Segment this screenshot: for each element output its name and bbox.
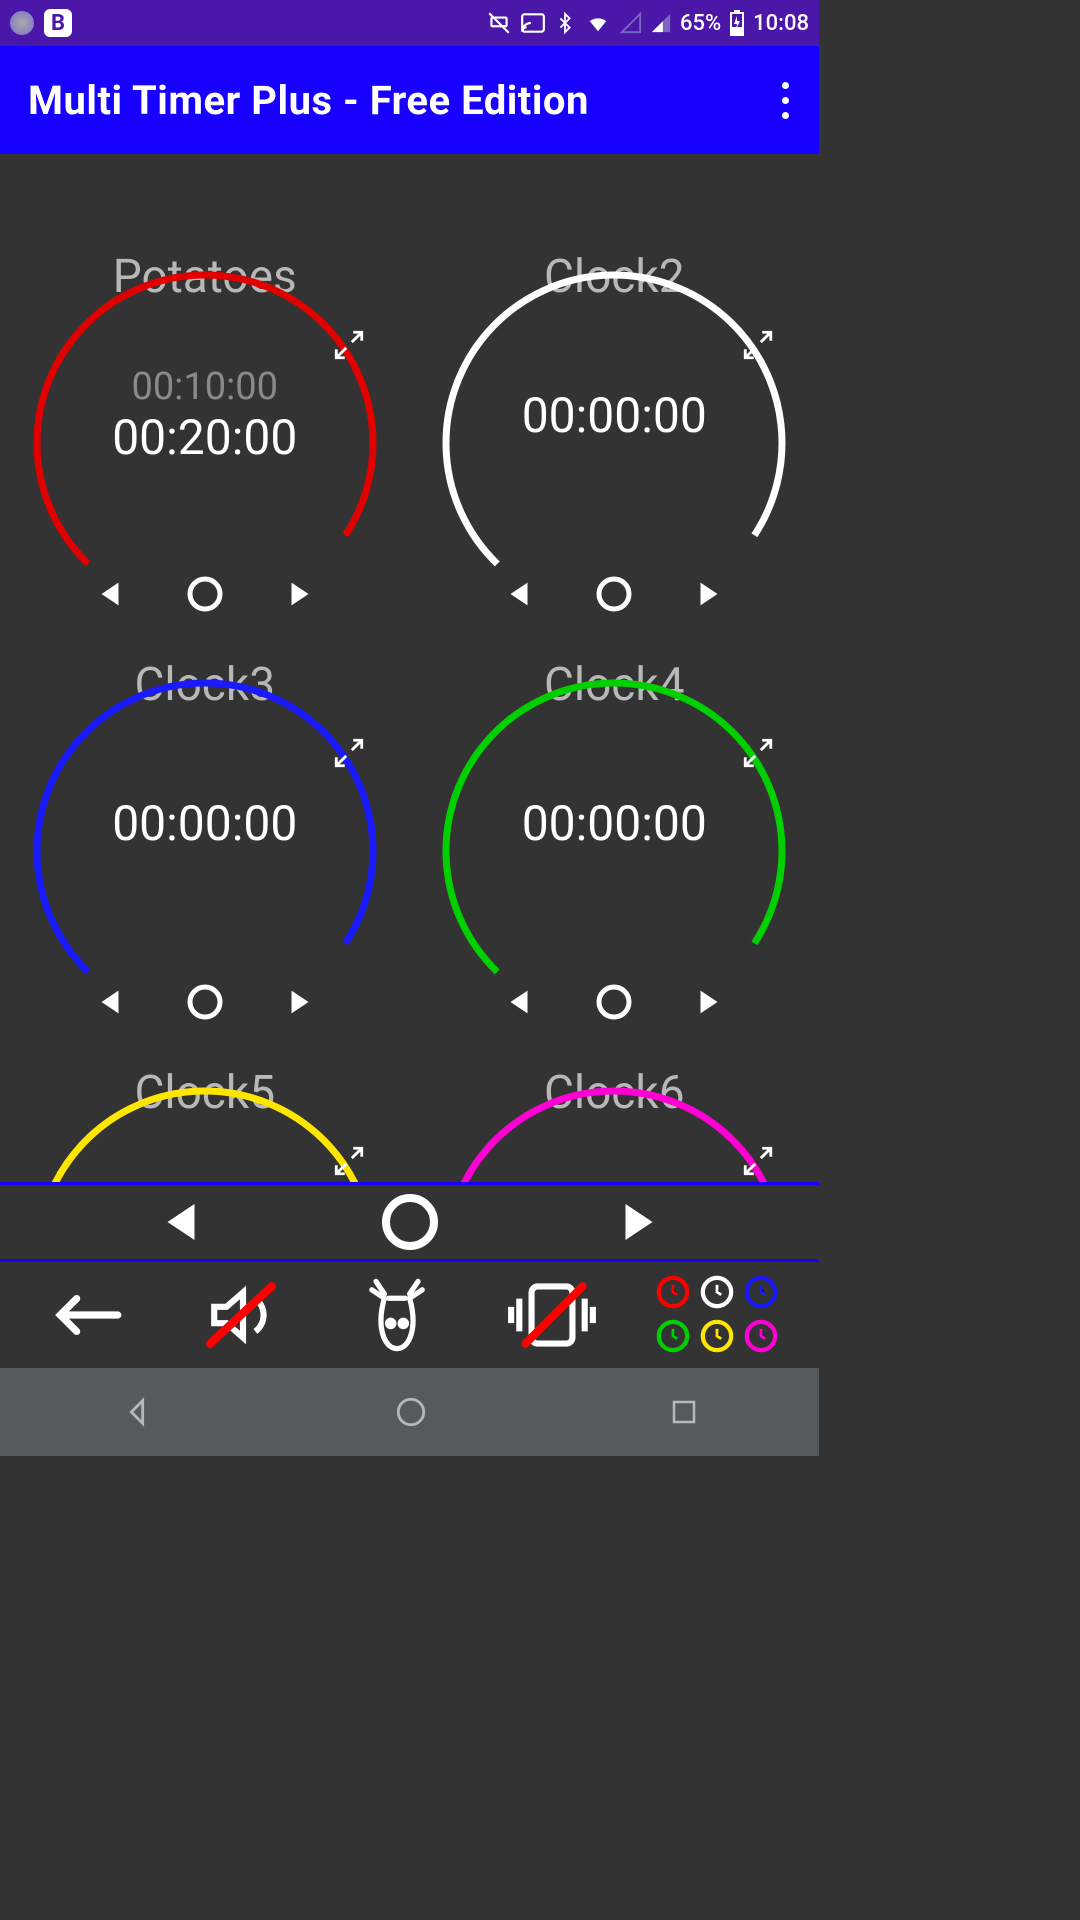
mini-clock-icon: [700, 1275, 734, 1309]
time-elapsed: 00:10:00: [112, 365, 297, 409]
expand-button[interactable]: [735, 1138, 781, 1182]
timers-grid: Potatoes 00:10:00 00:20:00: [0, 154, 819, 1182]
global-control-bar: [0, 1182, 819, 1262]
back-arrow-button[interactable]: [39, 1275, 139, 1355]
cell-signal-icon: [650, 12, 672, 34]
time-remaining: 00:20:00: [112, 409, 297, 466]
overflow-menu-button[interactable]: [774, 74, 797, 127]
mute-toggle-button[interactable]: [193, 1275, 293, 1355]
timer-ring: [439, 1124, 789, 1182]
expand-button[interactable]: [326, 322, 372, 368]
clock-palette-button[interactable]: [656, 1275, 780, 1355]
app-title: Multi Timer Plus - Free Edition: [28, 77, 589, 124]
cast-icon: [520, 10, 546, 36]
battery-charging-icon: [729, 10, 745, 36]
battery-percentage: 65%: [680, 11, 721, 36]
bluetooth-icon: [554, 10, 576, 36]
status-left: B: [10, 9, 72, 37]
expand-button[interactable]: [326, 730, 372, 776]
dots-vertical-icon: [782, 82, 789, 89]
time-remaining: 00:00:00: [112, 795, 297, 852]
timer-clock4[interactable]: Clock4 00:00:00: [410, 658, 820, 1066]
timer-times: 00:10:00 00:20:00: [112, 365, 297, 466]
status-time: 10:08: [753, 11, 809, 36]
timer-clock6[interactable]: Clock6: [410, 1066, 820, 1182]
screen: B 65% 10:08: [0, 0, 819, 1456]
timer-ring: 00:00:00: [439, 716, 789, 986]
global-reset-button[interactable]: [378, 1190, 442, 1254]
time-remaining: 00:00:00: [522, 795, 707, 852]
timers-area[interactable]: Potatoes 00:10:00 00:20:00: [0, 154, 819, 1182]
expand-button[interactable]: [326, 1138, 372, 1182]
timer-times: 00:00:00: [522, 387, 707, 444]
timer-ring: [30, 1124, 380, 1182]
mini-clock-icon: [656, 1319, 690, 1353]
timer-potatoes[interactable]: Potatoes 00:10:00 00:20:00: [0, 250, 410, 658]
nav-recents-button[interactable]: [669, 1397, 699, 1427]
mini-clock-icon: [744, 1319, 778, 1353]
android-status-bar: B 65% 10:08: [0, 0, 819, 46]
timer-times: 00:00:00: [522, 795, 707, 852]
expand-button[interactable]: [735, 322, 781, 368]
bold-app-icon: B: [44, 9, 72, 37]
global-prev-button[interactable]: [154, 1195, 208, 1249]
mini-clock-icon: [700, 1319, 734, 1353]
wifi-icon: [584, 12, 612, 34]
bottom-action-bar: [0, 1262, 819, 1368]
reindeer-button[interactable]: [347, 1275, 447, 1355]
vibrate-toggle-button[interactable]: [502, 1275, 602, 1355]
global-play-button[interactable]: [612, 1195, 666, 1249]
dnd-off-icon: [486, 10, 512, 36]
expand-button[interactable]: [735, 730, 781, 776]
cell-signal-empty-icon: [620, 12, 642, 34]
time-remaining: 00:00:00: [522, 387, 707, 444]
timer-ring: 00:00:00: [30, 716, 380, 986]
app-bar: Multi Timer Plus - Free Edition: [0, 46, 819, 154]
mini-clock-icon: [656, 1275, 690, 1309]
status-right: 65% 10:08: [486, 10, 809, 36]
timer-clock3[interactable]: Clock3 00:00:00: [0, 658, 410, 1066]
nav-home-button[interactable]: [394, 1395, 428, 1429]
timer-clock2[interactable]: Clock2 00:00:00: [410, 250, 820, 658]
timer-ring: 00:10:00 00:20:00: [30, 308, 380, 578]
nav-back-button[interactable]: [120, 1395, 154, 1429]
timer-ring: 00:00:00: [439, 308, 789, 578]
timer-clock5[interactable]: Clock5: [0, 1066, 410, 1182]
notification-dot-icon: [10, 11, 34, 35]
android-nav-bar: [0, 1368, 819, 1456]
mini-clock-icon: [744, 1275, 778, 1309]
timer-times: 00:00:00: [112, 795, 297, 852]
